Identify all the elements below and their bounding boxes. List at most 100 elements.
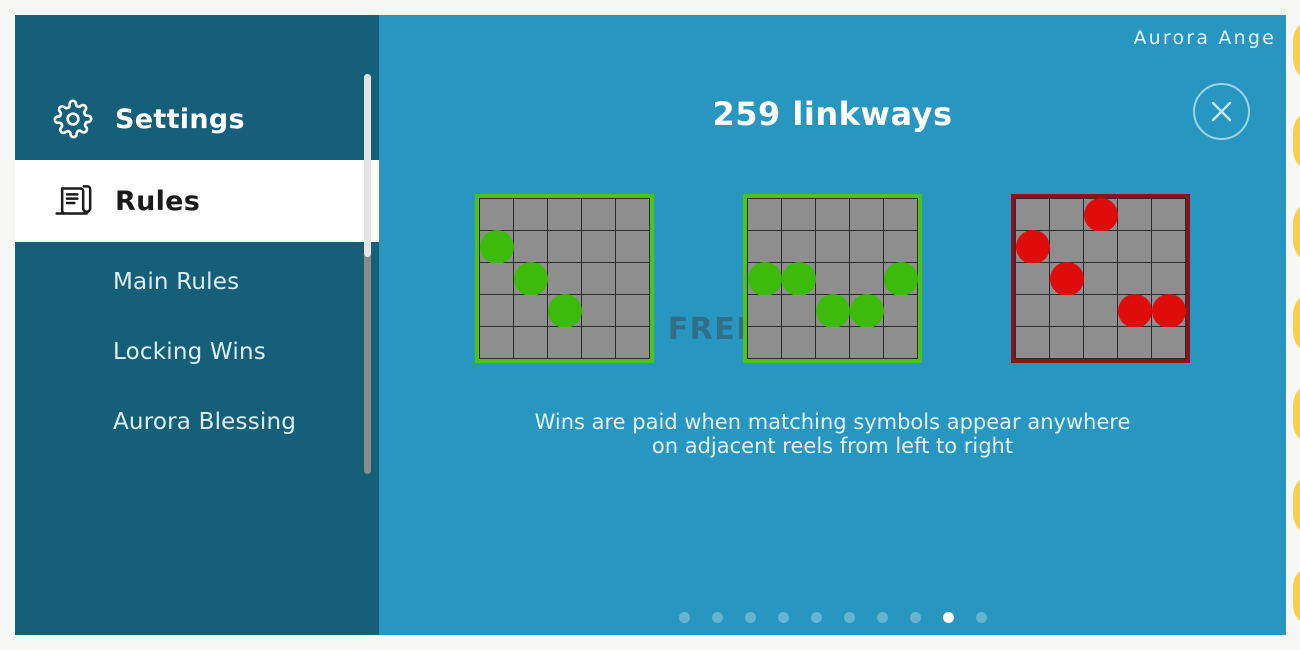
reel-cell [747,261,782,296]
reel-cell [1016,263,1049,294]
sidebar-item-locking-wins[interactable]: Locking Wins [15,317,379,387]
symbol-dot [547,293,582,328]
symbol-dot [1151,293,1186,328]
pagination-dot[interactable] [975,612,987,623]
reel-cell [1084,231,1117,262]
reel-cell [884,327,917,358]
symbol-dot [479,229,514,264]
reel-cell [1016,295,1049,326]
reel-cell [884,199,917,230]
linkway-example-1 [475,194,654,363]
scroll-icon [53,181,93,221]
reel-cell [616,327,649,358]
symbol-dot [747,261,782,296]
symbol-dot [1083,197,1118,232]
reel-cell [1016,199,1049,230]
reel-cell [480,295,513,326]
reel-cell [513,261,548,296]
app-title: Aurora Ange [1133,27,1276,49]
sidebar-sub-label: Aurora Blessing [113,409,297,435]
reel-cell [850,199,883,230]
pagination [379,612,1286,623]
pagination-dot[interactable] [678,612,690,623]
symbol-dot [883,261,918,296]
pagination-dot[interactable] [843,612,855,623]
pagination-dot[interactable] [744,612,756,623]
sidebar-scrollbar[interactable] [364,74,371,474]
reel-cell [616,295,649,326]
pagination-dot[interactable] [810,612,822,623]
main-panel: Aurora Ange 259 linkways DEMO FREE SLOT … [379,15,1286,635]
reel-cell [1118,263,1151,294]
reel-cell [1118,327,1151,358]
reel-cell [1084,327,1117,358]
reel-cell [781,261,816,296]
reel-cell [1050,199,1083,230]
background-tile [1293,110,1300,172]
reel-cell [514,199,547,230]
reel-cell [582,263,615,294]
reel-cell [748,199,781,230]
rules-modal: Settings Rules Main Rules Locking Wins A… [15,15,1286,635]
reel-cell [748,231,781,262]
reel-cell [850,327,883,358]
linkway-example-2 [743,194,922,363]
symbol-dot [815,293,850,328]
reel-cell [480,327,513,358]
page-background: Settings Rules Main Rules Locking Wins A… [0,0,1300,650]
sidebar-item-label: Settings [115,103,245,135]
reel-cell [1118,231,1151,262]
pagination-dot[interactable] [711,612,723,623]
background-tile [1293,201,1300,263]
sidebar-sub-label: Main Rules [113,269,240,295]
pagination-dot[interactable] [909,612,921,623]
linkway-example-3 [1011,194,1190,363]
symbol-dot [781,261,816,296]
sidebar: Settings Rules Main Rules Locking Wins A… [15,15,379,635]
symbol-dot [1015,229,1050,264]
sidebar-item-rules[interactable]: Rules [15,160,379,242]
reel-cell [547,293,582,328]
reel-cell [1151,293,1186,328]
reel-cell [1016,327,1049,358]
reel-cell [1015,229,1050,264]
reel-cell [816,263,849,294]
reel-cell [815,293,850,328]
sidebar-item-aurora-blessing[interactable]: Aurora Blessing [15,387,379,457]
reel-cell [849,293,884,328]
reel-cell [582,199,615,230]
pagination-dot[interactable] [777,612,789,623]
reel-cell [480,263,513,294]
background-tile [1293,292,1300,354]
reel-cell [850,263,883,294]
background-tile [1293,383,1300,445]
sidebar-item-label: Rules [115,185,201,217]
reel-cell [1049,261,1084,296]
sidebar-item-settings[interactable]: Settings [15,78,379,160]
background-tile [1293,19,1300,81]
reel-cell [816,327,849,358]
reel-cell [782,295,815,326]
sidebar-scrollbar-thumb[interactable] [364,74,371,257]
pagination-dot[interactable] [876,612,888,623]
reel-cell [548,199,581,230]
reel-cell [616,231,649,262]
background-tile [1293,474,1300,536]
reel-cell [1083,197,1118,232]
reel-cell [616,199,649,230]
sidebar-item-main-rules[interactable]: Main Rules [15,247,379,317]
sidebar-sub-list: Main Rules Locking Wins Aurora Blessing [15,247,379,457]
reel-cell [582,231,615,262]
reel-cell [782,231,815,262]
reel-cell [884,295,917,326]
reel-cell [1152,199,1185,230]
reel-cell [514,231,547,262]
gear-icon [53,99,93,139]
symbol-dot [1117,293,1152,328]
reel-cell [816,199,849,230]
reel-cell [1117,293,1152,328]
pagination-dot[interactable] [942,612,954,623]
reel-cell [748,295,781,326]
reel-cell [616,263,649,294]
reel-cell [1050,295,1083,326]
